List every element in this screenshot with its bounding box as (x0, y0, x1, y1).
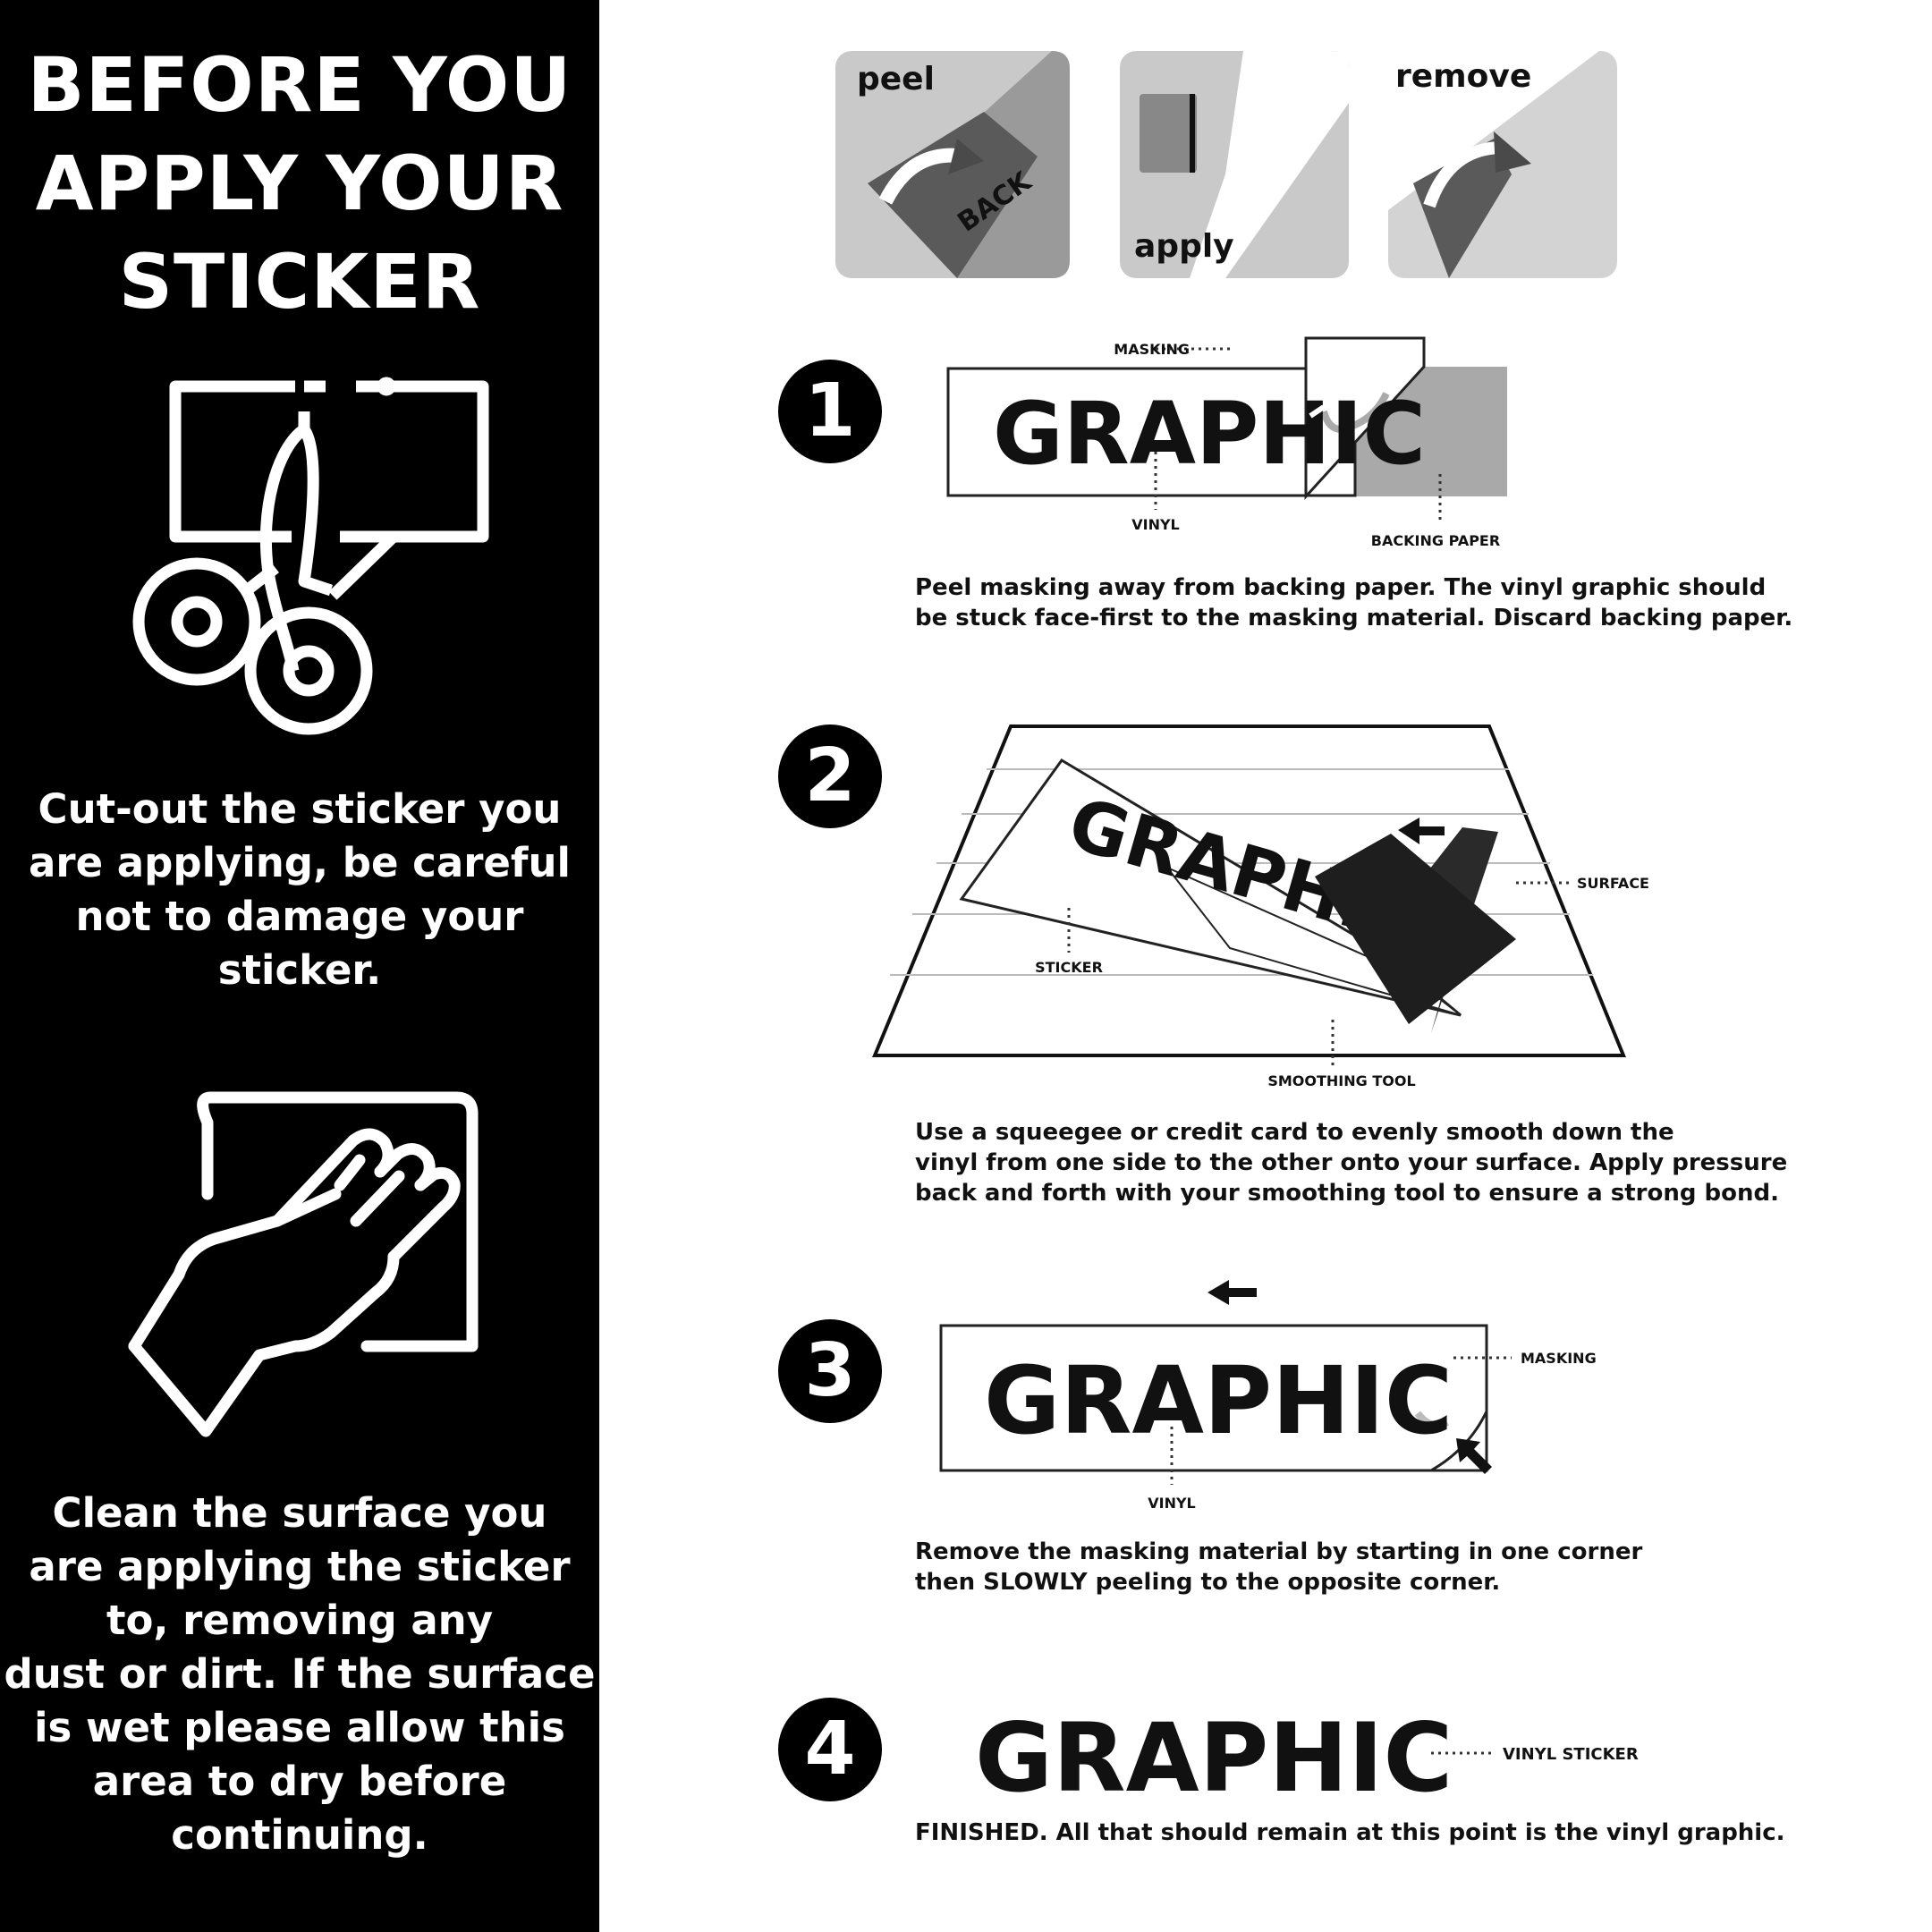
step-1-graphic: GRAPHIC (993, 384, 1426, 484)
step-3-masking-label: MASKING (1521, 1350, 1597, 1367)
step-4-vinyl-sticker-label: VINYL STICKER (1503, 1745, 1639, 1764)
step-4-number: 4 (778, 1698, 882, 1801)
step-2-line-3: back and forth with your smoothing tool … (915, 1180, 1779, 1207)
step-1-diagram: GRAPHIC MASKING VINYL BACKING PAPER (946, 336, 1507, 549)
peel-card: peel BACK (835, 51, 1070, 278)
step-1-line-1: Peel masking away from backing paper. Th… (915, 574, 1767, 601)
title-line-3: STICKER (118, 238, 481, 326)
title-line-1: BEFORE YOU (27, 41, 572, 129)
step-4-line-1: FINISHED. All that should remain at this… (915, 1819, 1785, 1846)
step-3-graphic: GRAPHIC (984, 1346, 1453, 1455)
step-2-number: 2 (778, 724, 882, 828)
step-1-line-2: be stuck face-first to the masking mater… (915, 605, 1793, 631)
step-2-surface-label: SURFACE (1577, 875, 1649, 892)
step-2-diagram: GRAPHIC SURFACE STICKER SMOOTHING TOOL (872, 724, 1649, 1089)
step-3-description: Remove the masking material by starting … (915, 1537, 1642, 1597)
step-1-masking-label: MASKING (1114, 341, 1190, 358)
step-3-vinyl-label: VINYL (1148, 1495, 1196, 1512)
step-1-backing-label: BACKING PAPER (1371, 532, 1500, 549)
step-4-description: FINISHED. All that should remain at this… (915, 1818, 1785, 1848)
step-4-diagram: GRAPHIC VINYL STICKER (975, 1703, 1639, 1813)
clean-line-7: continuing. (171, 1811, 428, 1859)
clean-line-3: to, removing any (106, 1597, 494, 1644)
step-1-number: 1 (778, 360, 882, 463)
step-1-description: Peel masking away from backing paper. Th… (915, 572, 1792, 633)
title-line-2: APPLY YOUR (35, 140, 564, 227)
remove-label: remove (1395, 58, 1531, 95)
step-3-line-1: Remove the masking material by starting … (915, 1538, 1643, 1565)
step-2-line-1: Use a squeegee or credit card to evenly … (915, 1119, 1674, 1146)
cut-line-2: are applying, be careful (29, 839, 571, 886)
step-2-line-2: vinyl from one side to the other onto yo… (915, 1149, 1788, 1176)
remove-card: remove (1388, 51, 1617, 278)
clean-line-6: area to dry before (92, 1758, 507, 1805)
cut-line-3: not to damage your (75, 893, 524, 940)
step-4-graphic: GRAPHIC (975, 1703, 1453, 1813)
clean-line-5: is wet please allow this (34, 1704, 565, 1751)
hand-wiping-icon (128, 1091, 479, 1437)
peel-apply-remove-overview: peel BACK apply remove (835, 51, 1617, 278)
step-3-line-2: then SLOWLY peeling to the opposite corn… (915, 1569, 1501, 1596)
clean-line-2: are applying the sticker (29, 1543, 571, 1590)
clean-instructions: Clean the surface you are applying the s… (0, 1487, 599, 1862)
cut-line-4: sticker. (217, 946, 382, 994)
step-1-vinyl-label: VINYL (1131, 516, 1180, 533)
page-title: BEFORE YOU APPLY YOUR STICKER (0, 36, 599, 331)
clean-line-1: Clean the surface you (52, 1489, 547, 1537)
step-2-tool-label: SMOOTHING TOOL (1267, 1072, 1415, 1089)
cut-instructions: Cut-out the sticker you are applying, be… (0, 783, 599, 997)
apply-label: apply (1134, 228, 1234, 265)
step-2-sticker-label: STICKER (1035, 959, 1103, 976)
clean-line-4: dust or dirt. If the surface (4, 1650, 596, 1698)
scissors-icon (132, 377, 489, 735)
peel-label: peel (857, 61, 935, 97)
apply-card: apply (1120, 51, 1349, 278)
step-3-number: 3 (778, 1319, 882, 1423)
left-panel: BEFORE YOU APPLY YOUR STICKER Cut-out th… (0, 0, 599, 1932)
step-3-diagram: GRAPHIC MASKING VINYL (939, 1280, 1597, 1512)
cut-line-1: Cut-out the sticker you (38, 785, 562, 833)
step-2-description: Use a squeegee or credit card to evenly … (915, 1117, 1787, 1208)
